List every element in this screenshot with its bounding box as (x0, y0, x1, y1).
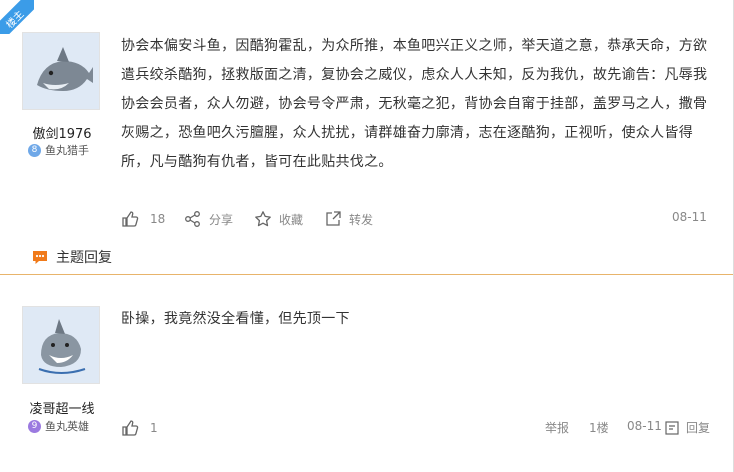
post-date: 08-11 (627, 419, 662, 433)
date-text: 08-11 (627, 419, 662, 433)
floor-text: 1楼 (589, 421, 609, 435)
like-count: 1 (150, 421, 158, 435)
thumbs-up-icon (122, 420, 139, 436)
username[interactable]: 凌哥超一线 (2, 398, 122, 417)
reply-button[interactable]: 回复 (665, 419, 710, 436)
report-button[interactable]: 举报 (545, 419, 569, 436)
like-button[interactable]: 1 (121, 419, 158, 437)
avatar[interactable] (22, 306, 100, 384)
report-label: 举报 (545, 421, 570, 435)
shark-avatar-icon (23, 307, 99, 383)
reply-label: 回复 (686, 421, 711, 435)
post-content: 卧操，我竟然没全看懂，但先顶一下 (121, 311, 350, 327)
user-level: 9 鱼丸英雄 (28, 418, 89, 434)
floor-number: 1楼 (589, 419, 609, 436)
level-title: 鱼丸英雄 (45, 420, 89, 433)
reply-icon (665, 420, 679, 435)
post-actions: 1 举报 1楼 08-11 回复 (121, 419, 711, 441)
level-badge: 9 (28, 419, 41, 433)
reply-post: 凌哥超一线 9 鱼丸英雄 卧操，我竟然没全看懂，但先顶一下 1 举报 1楼 08… (0, 0, 734, 472)
